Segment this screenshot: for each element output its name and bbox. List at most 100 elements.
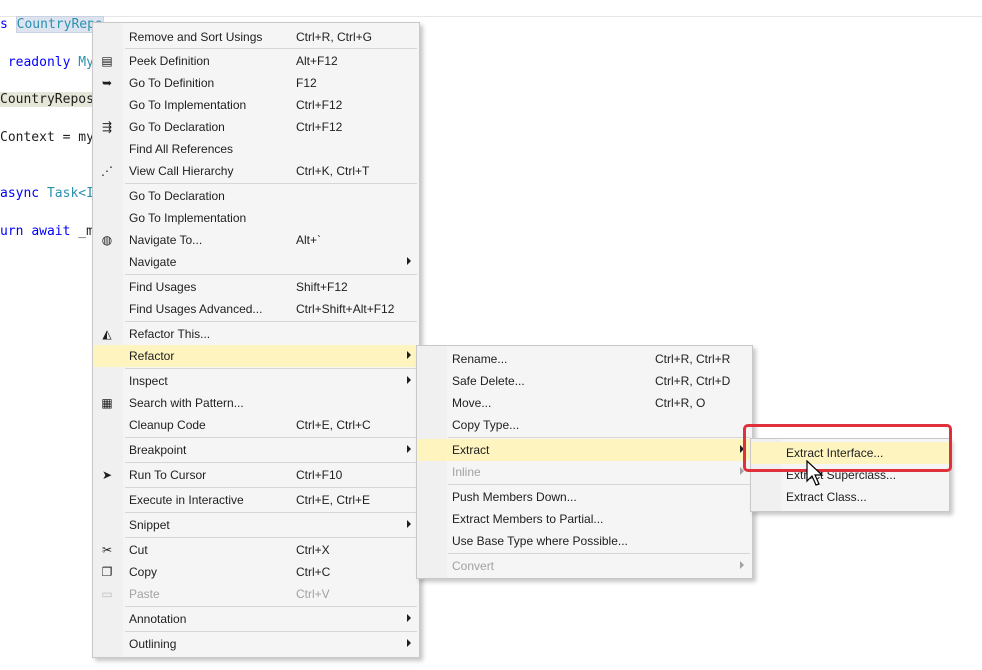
menu-separator [125, 606, 417, 607]
refactor-item-push-members-down[interactable]: Push Members Down... [417, 486, 752, 508]
menu-item-label: Annotation [129, 612, 187, 626]
menu-item-find-all-references[interactable]: Find All References [93, 138, 419, 160]
menu-item-label: Refactor [129, 349, 175, 363]
peek-definition-icon: ▤ [101, 54, 113, 68]
menu-item-shortcut: Ctrl+Shift+Alt+F12 [296, 302, 395, 316]
menu-item-breakpoint[interactable]: Breakpoint [93, 439, 419, 461]
menu-item-annotation[interactable]: Annotation [93, 608, 419, 630]
menu-item-go-to-implementation[interactable]: Go To Implementation Ctrl+F12 [93, 94, 419, 116]
menu-item-refactor-this[interactable]: ◭ Refactor This... [93, 323, 419, 345]
menu-separator [125, 183, 417, 184]
editor-divider [0, 16, 982, 17]
menu-item-label: Extract [452, 443, 490, 457]
refactor-item-rename[interactable]: Rename... Ctrl+R, Ctrl+R [417, 348, 752, 370]
menu-item-go-to-declaration[interactable]: Go To Declaration [93, 185, 419, 207]
menu-item-label: Navigate [129, 255, 177, 269]
menu-separator [448, 484, 750, 485]
menu-item-label: Go To Implementation [129, 98, 247, 112]
menu-item-cleanup-code[interactable]: Cleanup Code Ctrl+E, Ctrl+C [93, 414, 419, 436]
chevron-right-icon [407, 445, 411, 453]
menu-item-go-to-declaration[interactable]: ⇶ Go To Declaration Ctrl+F12 [93, 116, 419, 138]
menu-item-shortcut: Alt+F12 [296, 54, 338, 68]
menu-separator [125, 321, 417, 322]
menu-item-shortcut: Ctrl+V [296, 587, 330, 601]
menu-item-label: Safe Delete... [452, 374, 525, 388]
menu-item-label: Go To Definition [129, 76, 215, 90]
menu-item-view-call-hierarchy[interactable]: ⋰ View Call Hierarchy Ctrl+K, Ctrl+T [93, 160, 419, 182]
menu-item-copy[interactable]: ❐ Copy Ctrl+C [93, 561, 419, 583]
menu-item-shortcut: Alt+` [296, 233, 322, 247]
menu-separator [125, 537, 417, 538]
menu-separator [125, 48, 417, 49]
menu-item-label: Go To Declaration [129, 120, 225, 134]
menu-item-label: Copy [129, 565, 158, 579]
cut-icon: ✂ [101, 543, 113, 557]
menu-item-outlining[interactable]: Outlining [93, 633, 419, 655]
menu-item-label: Inline [452, 465, 481, 479]
refactor-item-extract-members-to-partial[interactable]: Extract Members to Partial... [417, 508, 752, 530]
menu-item-go-to-implementation[interactable]: Go To Implementation [93, 207, 419, 229]
menu-item-label: Cleanup Code [129, 418, 206, 432]
menu-separator [448, 553, 750, 554]
menu-item-find-usages-advanced[interactable]: Find Usages Advanced... Ctrl+Shift+Alt+F1… [93, 298, 419, 320]
menu-item-label: Go To Implementation [129, 211, 247, 225]
chevron-right-icon [407, 376, 411, 384]
menu-item-label: Cut [129, 543, 148, 557]
menu-item-run-to-cursor[interactable]: ➤ Run To Cursor Ctrl+F10 [93, 464, 419, 486]
chevron-right-icon [407, 520, 411, 528]
refactor-item-extract[interactable]: Extract [417, 439, 752, 461]
menu-item-refactor[interactable]: Refactor [93, 345, 419, 367]
refactor-item-safe-delete[interactable]: Safe Delete... Ctrl+R, Ctrl+D [417, 370, 752, 392]
refactor-item-use-base-type-where-possible[interactable]: Use Base Type where Possible... [417, 530, 752, 552]
menu-item-navigate-to[interactable]: ◍ Navigate To... Alt+` [93, 229, 419, 251]
menu-separator [125, 462, 417, 463]
menu-separator [125, 437, 417, 438]
context-menu[interactable]: Remove and Sort Usings Ctrl+R, Ctrl+G ▤ Pee… [92, 22, 420, 658]
refactor-item-copy-type[interactable]: Copy Type... [417, 414, 752, 436]
menu-item-go-to-definition[interactable]: ➥ Go To Definition F12 [93, 72, 419, 94]
menu-item-label: Run To Cursor [129, 468, 207, 482]
menu-separator [125, 631, 417, 632]
chevron-right-icon [407, 351, 411, 359]
menu-item-label: Use Base Type where Possible... [452, 534, 628, 548]
menu-item-navigate[interactable]: Navigate [93, 251, 419, 273]
annotation-highlight-box [743, 424, 952, 472]
menu-item-execute-in-interactive[interactable]: Execute in Interactive Ctrl+E, Ctrl+E [93, 489, 419, 511]
menu-item-label: Extract Class... [786, 490, 867, 504]
menu-item-peek-definition[interactable]: ▤ Peek Definition Alt+F12 [93, 50, 419, 72]
menu-item-inspect[interactable]: Inspect [93, 370, 419, 392]
menu-item-shortcut: F12 [296, 76, 317, 90]
menu-item-label: Remove and Sort Usings [129, 30, 263, 44]
menu-item-paste: ▭ Paste Ctrl+V [93, 583, 419, 605]
menu-item-search-with-pattern[interactable]: ▦ Search with Pattern... [93, 392, 419, 414]
menu-separator [448, 437, 750, 438]
code-line-4: Context = my [0, 130, 94, 145]
menu-item-label: Outlining [129, 637, 177, 651]
go-to-definition-icon: ➥ [101, 76, 113, 90]
refactor-item-inline: Inline [417, 461, 752, 483]
chevron-right-icon [407, 257, 411, 265]
menu-item-snippet[interactable]: Snippet [93, 514, 419, 536]
menu-item-find-usages[interactable]: Find Usages Shift+F12 [93, 276, 419, 298]
menu-item-cut[interactable]: ✂ Cut Ctrl+X [93, 539, 419, 561]
menu-item-label: Search with Pattern... [129, 396, 244, 410]
refactor-submenu[interactable]: Rename... Ctrl+R, Ctrl+R Safe Delete... Ctr… [416, 345, 753, 579]
menu-item-remove-and-sort-usings[interactable]: Remove and Sort Usings Ctrl+R, Ctrl+G [93, 26, 419, 48]
menu-item-shortcut: Ctrl+K, Ctrl+T [296, 164, 370, 178]
refactor-item-move[interactable]: Move... Ctrl+R, O [417, 392, 752, 414]
menu-item-label: Navigate To... [129, 233, 203, 247]
menu-item-label: Extract Members to Partial... [452, 512, 604, 526]
chevron-right-icon [407, 614, 411, 622]
code-line-3: CountryRepos [0, 92, 94, 107]
menu-item-shortcut: Ctrl+F10 [296, 468, 343, 482]
menu-item-label: View Call Hierarchy [129, 164, 234, 178]
navigate-to-icon: ◍ [101, 233, 113, 247]
mouse-cursor-icon [806, 460, 824, 486]
extract-item-extract-class[interactable]: Extract Class... [751, 486, 949, 508]
menu-item-label: Go To Declaration [129, 189, 225, 203]
refactor-this-icon: ◭ [102, 327, 112, 341]
menu-item-shortcut: Shift+F12 [296, 280, 348, 294]
menu-separator [125, 274, 417, 275]
search-pattern-icon: ▦ [101, 396, 113, 410]
menu-item-label: Refactor This... [129, 327, 211, 341]
